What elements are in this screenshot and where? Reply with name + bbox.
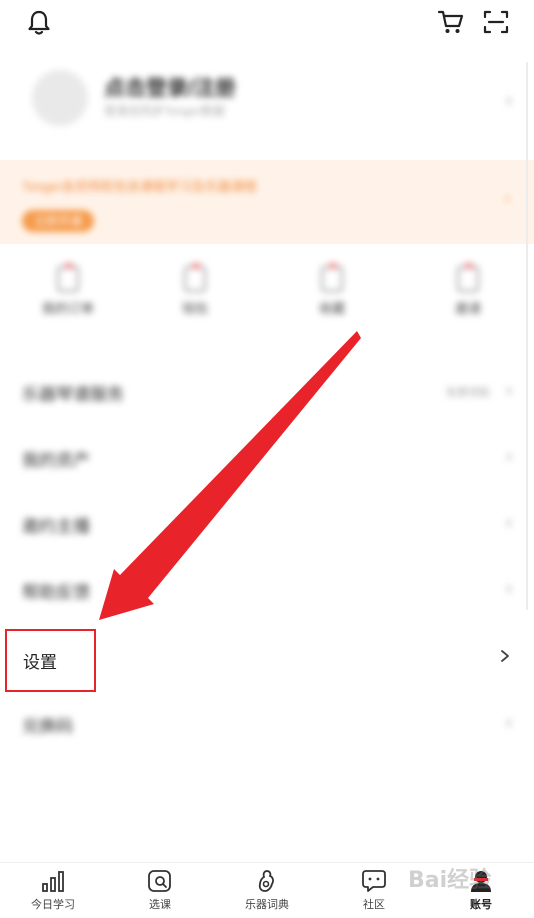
wallet-icon [184,263,206,292]
chevron-right-icon: › [506,380,512,400]
bell-icon[interactable] [25,8,53,36]
menu-item-extra: 免费领取 [446,387,490,399]
quick-action-favorites[interactable]: 收藏 [292,262,372,317]
chevron-right-icon [501,650,509,662]
menu-item-label: 邀约主播 [22,517,90,536]
guitar-icon [258,870,274,892]
avatar [32,70,88,126]
chevron-right-icon: › [506,512,512,532]
tab-community[interactable]: 社区 [334,869,414,912]
vip-banner[interactable]: Tonger会员特权包含课程学习及乐器课程 立即开通 › [0,160,534,244]
menu-item-help[interactable]: 帮助反馈 › [0,558,534,624]
favorite-icon [321,263,343,292]
chevron-right-icon: › [506,578,512,598]
quick-actions: 我的订单 钱包 收藏 邀请 [0,262,534,332]
menu-item-label: 帮助反馈 [22,583,90,602]
profile-name: 点击登录/注册 [104,77,236,100]
menu-item-label: 我的资产 [22,451,90,470]
quick-action-label: 收藏 [318,301,345,316]
menu-item-score-service[interactable]: 乐器琴谱服务 免费领取 › [0,360,534,426]
chevron-right-icon: › [504,190,510,207]
chevron-right-icon: › [506,712,512,732]
search-course-icon [148,870,171,892]
menu-item-assets[interactable]: 我的资产 › [0,426,534,492]
profile-card[interactable]: 点击登录/注册 登录后同步Tonger数据 › [0,60,534,150]
menu-item-label: 兑换码 [22,717,73,736]
invite-icon [457,263,479,292]
chevron-right-icon: › [506,90,512,110]
top-bar [0,0,534,50]
scrollbar[interactable] [526,62,528,610]
tab-label: 选课 [149,899,171,911]
tab-select-course[interactable]: 选课 [120,869,200,912]
quick-action-invite[interactable]: 邀请 [428,262,508,317]
quick-action-label: 钱包 [181,301,208,316]
tab-label: 账号 [470,899,492,911]
menu-item-label: 乐器琴谱服务 [22,385,124,404]
banner-text: Tonger会员特权包含课程学习及乐器课程 [22,179,257,194]
tab-label: 社区 [363,899,385,911]
tab-label: 乐器词典 [245,899,289,911]
quick-action-label: 我的订单 [41,301,94,316]
watermark: Bai经验 [408,868,492,893]
quick-action-wallet[interactable]: 钱包 [155,262,235,317]
order-icon [57,263,79,292]
menu-item-invite-host[interactable]: 邀约主播 › [0,492,534,558]
tab-instrument-dictionary[interactable]: 乐器词典 [227,869,307,912]
quick-action-orders[interactable]: 我的订单 [28,262,108,317]
profile-subtitle: 登录后同步Tonger数据 [104,104,225,118]
scan-icon[interactable] [482,8,510,36]
tab-today-study[interactable]: 今日学习 [13,869,93,912]
chat-bubble-icon [362,870,386,892]
highlight-box [5,629,96,692]
quick-action-label: 邀请 [454,301,481,316]
menu-item-redeem-code[interactable]: 兑换码 › [0,692,534,758]
chevron-right-icon: › [506,446,512,466]
tab-label: 今日学习 [31,899,75,911]
banner-button[interactable]: 立即开通 [22,210,94,232]
cart-icon[interactable] [437,8,465,36]
bar-chart-icon [42,871,64,892]
